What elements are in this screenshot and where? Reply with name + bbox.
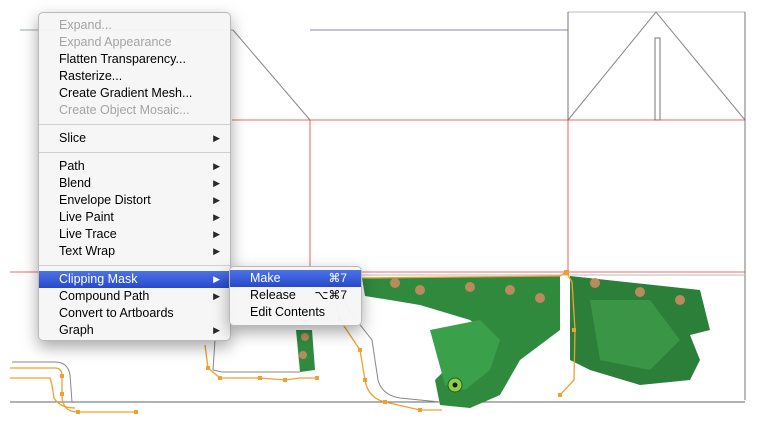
menu-item-label: Create Gradient Mesh... bbox=[59, 86, 193, 100]
menu-item-create-object-mosaic[interactable]: Create Object Mosaic... bbox=[39, 102, 230, 119]
submenu-arrow-icon: ▶ bbox=[213, 178, 220, 188]
menu-item-flatten-transparency[interactable]: Flatten Transparency... bbox=[39, 51, 230, 68]
menu-separator bbox=[39, 124, 230, 125]
submenu-arrow-icon: ▶ bbox=[213, 229, 220, 239]
menu-item-label: Expand... bbox=[59, 18, 112, 32]
menu-item-clipping-mask[interactable]: Clipping Mask ▶ bbox=[39, 271, 230, 288]
dieline-flap-left bbox=[232, 29, 311, 121]
clipping-mask-submenu: Make ⌘7 Release ⌥⌘7 Edit Contents bbox=[229, 266, 362, 326]
menu-item-text-wrap[interactable]: Text Wrap ▶ bbox=[39, 243, 230, 260]
dieline-slot bbox=[654, 37, 661, 121]
object-menu: Expand... Expand Appearance Flatten Tran… bbox=[38, 12, 231, 341]
menu-item-label: Convert to Artboards bbox=[59, 306, 174, 320]
menu-item-label: Graph bbox=[59, 323, 94, 337]
submenu-item-make[interactable]: Make ⌘7 bbox=[230, 270, 361, 287]
menu-item-convert-to-artboards[interactable]: Convert to Artboards bbox=[39, 305, 230, 322]
menu-item-label: Live Paint bbox=[59, 210, 114, 224]
menu-item-label: Expand Appearance bbox=[59, 35, 172, 49]
menu-item-create-gradient-mesh[interactable]: Create Gradient Mesh... bbox=[39, 85, 230, 102]
menu-item-label: Flatten Transparency... bbox=[59, 52, 186, 66]
menu-item-label: Envelope Distort bbox=[59, 193, 151, 207]
menu-item-path[interactable]: Path ▶ bbox=[39, 158, 230, 175]
menu-item-label: Create Object Mosaic... bbox=[59, 103, 190, 117]
menu-item-blend[interactable]: Blend ▶ bbox=[39, 175, 230, 192]
submenu-item-label: Edit Contents bbox=[250, 305, 326, 319]
menu-item-label: Text Wrap bbox=[59, 244, 116, 258]
menu-item-label: Blend bbox=[59, 176, 91, 190]
shortcut-label: ⌘7 bbox=[328, 271, 347, 285]
submenu-item-edit-contents[interactable]: Edit Contents bbox=[230, 304, 361, 321]
menu-separator bbox=[39, 265, 230, 266]
submenu-arrow-icon: ▶ bbox=[213, 246, 220, 256]
menu-item-label: Compound Path bbox=[59, 289, 150, 303]
menu-item-slice[interactable]: Slice ▶ bbox=[39, 130, 230, 147]
menu-item-label: Slice bbox=[59, 131, 87, 145]
menu-item-envelope-distort[interactable]: Envelope Distort ▶ bbox=[39, 192, 230, 209]
submenu-arrow-icon: ▶ bbox=[213, 291, 220, 301]
menu-item-graph[interactable]: Graph ▶ bbox=[39, 322, 230, 339]
dieline-flap-right bbox=[567, 11, 746, 121]
submenu-arrow-icon: ▶ bbox=[213, 195, 220, 205]
menu-item-label: Path bbox=[59, 159, 85, 173]
menu-item-label: Rasterize... bbox=[59, 69, 123, 83]
shortcut-label: ⌥⌘7 bbox=[314, 288, 347, 302]
submenu-arrow-icon: ▶ bbox=[213, 161, 220, 171]
menu-item-live-paint[interactable]: Live Paint ▶ bbox=[39, 209, 230, 226]
submenu-arrow-icon: ▶ bbox=[213, 133, 220, 143]
menu-item-rasterize[interactable]: Rasterize... bbox=[39, 68, 230, 85]
menu-item-label: Clipping Mask bbox=[59, 272, 138, 286]
menu-separator bbox=[39, 152, 230, 153]
submenu-item-label: Release bbox=[250, 288, 296, 302]
menu-item-live-trace[interactable]: Live Trace ▶ bbox=[39, 226, 230, 243]
submenu-arrow-icon: ▶ bbox=[213, 274, 220, 284]
menu-item-expand[interactable]: Expand... bbox=[39, 17, 230, 34]
menu-item-expand-appearance[interactable]: Expand Appearance bbox=[39, 34, 230, 51]
submenu-arrow-icon: ▶ bbox=[213, 212, 220, 222]
menu-item-label: Live Trace bbox=[59, 227, 117, 241]
submenu-item-label: Make bbox=[250, 271, 281, 285]
menu-item-compound-path[interactable]: Compound Path ▶ bbox=[39, 288, 230, 305]
submenu-item-release[interactable]: Release ⌥⌘7 bbox=[230, 287, 361, 304]
submenu-arrow-icon: ▶ bbox=[213, 325, 220, 335]
